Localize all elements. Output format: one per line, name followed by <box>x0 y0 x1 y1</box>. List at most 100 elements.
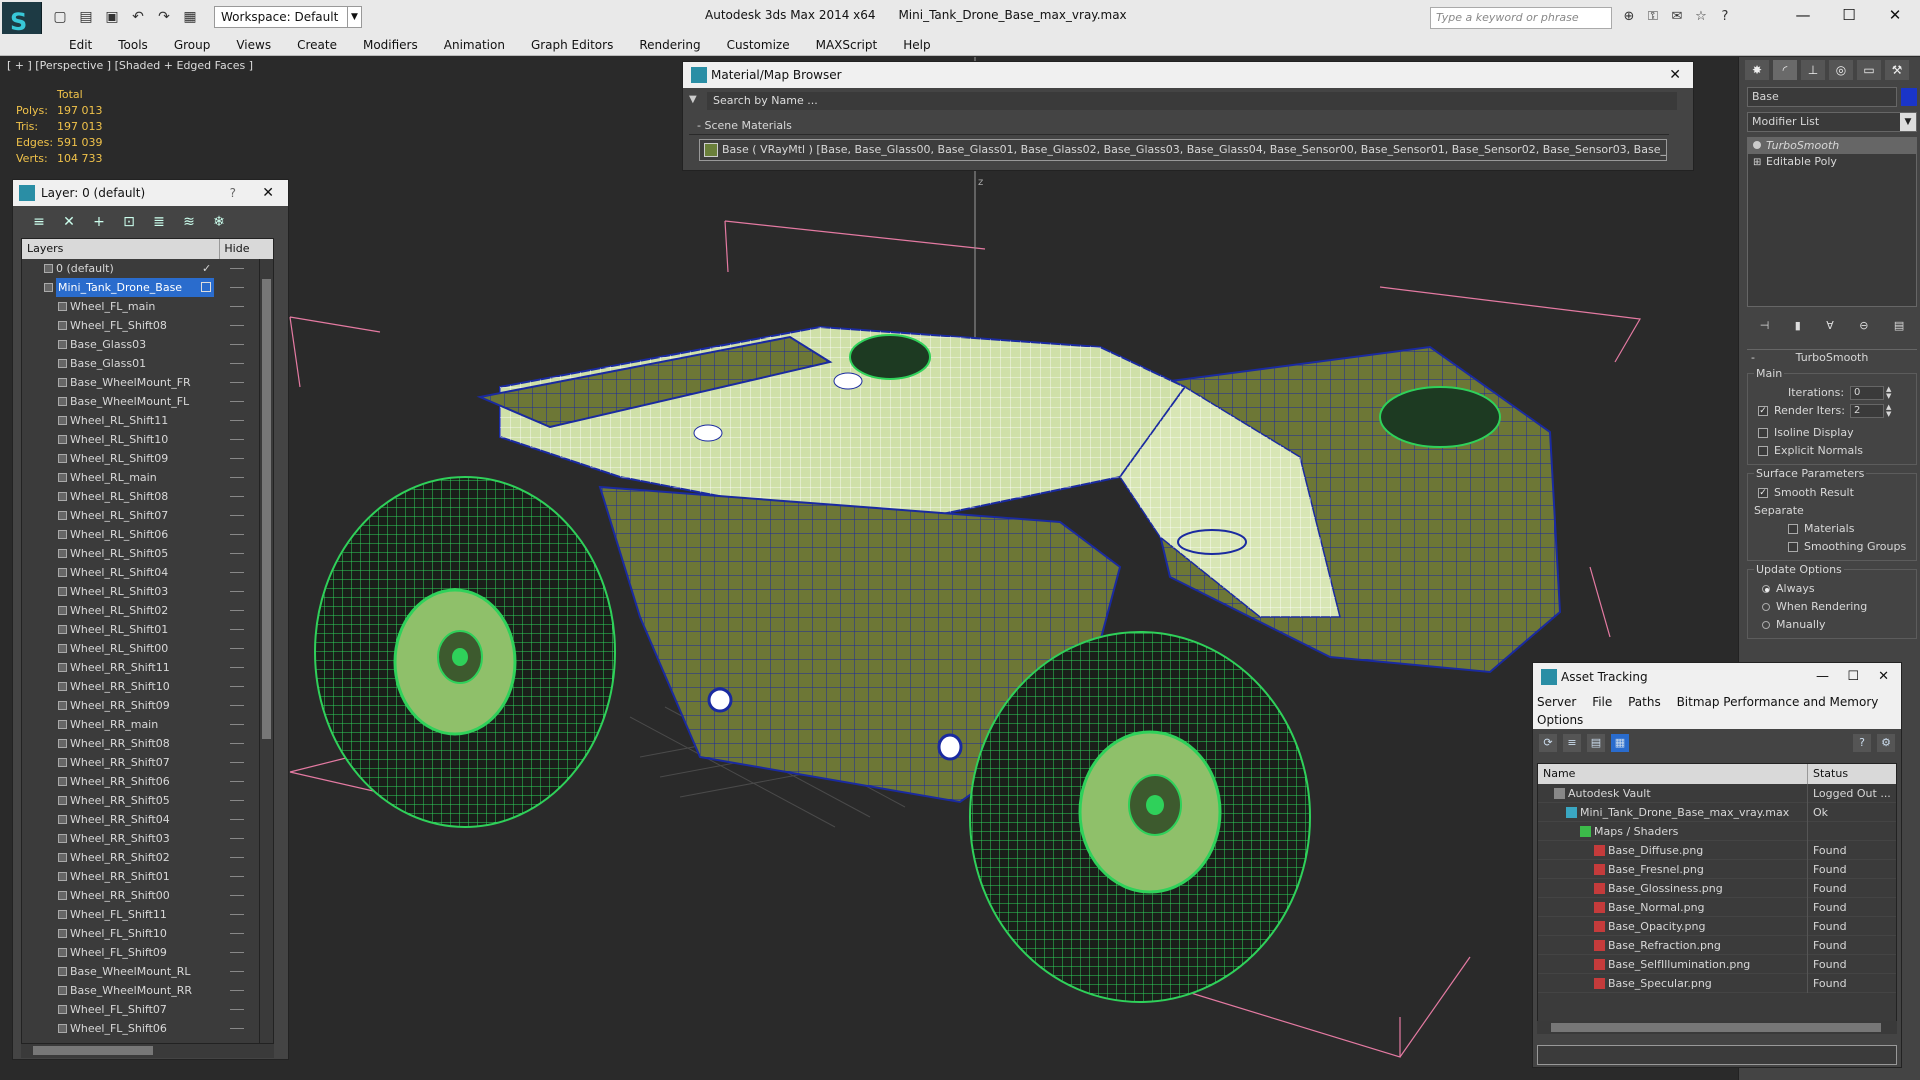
hide-toggle[interactable] <box>230 287 244 288</box>
materials-checkbox[interactable] <box>1788 524 1798 534</box>
material-entry[interactable]: Base ( VRayMtl ) [Base, Base_Glass00, Ba… <box>699 139 1667 161</box>
hide-toggle[interactable] <box>230 496 244 497</box>
menu-bitmap-performance[interactable]: Bitmap Performance and Memory <box>1677 695 1879 709</box>
binoculars-icon[interactable]: ⊕ <box>1620 8 1638 26</box>
favorites-star-icon[interactable]: ☆ <box>1692 8 1710 26</box>
hide-toggle[interactable] <box>230 705 244 706</box>
help-icon[interactable]: ? <box>1716 8 1734 26</box>
open-file-icon[interactable]: ▤ <box>76 7 96 27</box>
help-icon[interactable]: ? <box>230 180 236 206</box>
delete-layer-icon[interactable]: ✕ <box>59 212 79 232</box>
active-layer-check-icon[interactable]: ✓ <box>202 259 211 278</box>
hide-toggle[interactable] <box>230 781 244 782</box>
close-button[interactable]: ✕ <box>1878 663 1889 691</box>
object-name-field[interactable]: Base <box>1747 87 1897 107</box>
hide-toggle[interactable] <box>230 686 244 687</box>
asset-tracking-titlebar[interactable]: Asset Tracking — ☐ ✕ <box>1533 663 1901 691</box>
maximize-button[interactable]: ☐ <box>1847 663 1859 691</box>
close-button[interactable]: ✕ <box>1872 0 1918 30</box>
maximize-button[interactable]: ☐ <box>1826 0 1872 30</box>
layer-row[interactable]: Wheel_RR_Shift11 <box>22 658 273 677</box>
hide-toggle[interactable] <box>230 990 244 991</box>
layer-row[interactable]: Wheel_RR_Shift02 <box>22 848 273 867</box>
asset-horizontal-scrollbar[interactable] <box>1537 1021 1897 1034</box>
hide-toggle[interactable] <box>230 1009 244 1010</box>
hide-toggle[interactable] <box>230 838 244 839</box>
layer-row[interactable]: Wheel_RR_Shift01 <box>22 867 273 886</box>
layer-row[interactable]: Wheel_RL_main <box>22 468 273 487</box>
table-row[interactable]: Base_Opacity.png Found <box>1538 917 1896 936</box>
scene-materials-section[interactable]: - Scene Materials <box>689 117 1669 135</box>
layer-row[interactable]: Wheel_FL_Shift09 <box>22 943 273 962</box>
hide-toggle[interactable] <box>230 1028 244 1029</box>
list-view-icon[interactable]: ≡ <box>1563 734 1581 752</box>
menu-animation[interactable]: Animation <box>431 34 518 55</box>
spinner-arrows-icon[interactable]: ▲ ▼ <box>1886 386 1891 400</box>
lightbulb-icon[interactable] <box>1753 141 1761 149</box>
utilities-tab-icon[interactable]: ⚒ <box>1885 60 1909 80</box>
layer-row[interactable]: Wheel_FL_Shift08 <box>22 316 273 335</box>
select-objects-icon[interactable]: ⊡ <box>119 212 139 232</box>
hide-toggle[interactable] <box>230 648 244 649</box>
layer-row[interactable]: Wheel_RL_Shift04 <box>22 563 273 582</box>
layer-row[interactable]: Wheel_FL_Shift07 <box>22 1000 273 1019</box>
table-row[interactable]: Base_SelfIllumination.png Found <box>1538 955 1896 974</box>
turbosmooth-rollout-header[interactable]: - TurboSmooth <box>1747 349 1917 365</box>
col-layers[interactable]: Layers <box>22 239 221 259</box>
new-file-icon[interactable]: ▢ <box>50 7 70 27</box>
material-browser-titlebar[interactable]: Material/Map Browser ✕ <box>683 62 1693 88</box>
stack-item-turbosmooth[interactable]: TurboSmooth <box>1748 138 1916 154</box>
layer-row[interactable]: Wheel_RL_Shift07 <box>22 506 273 525</box>
add-to-layer-icon[interactable]: + <box>89 212 109 232</box>
show-end-result-icon[interactable]: ▮ <box>1795 319 1801 335</box>
hide-toggle[interactable] <box>230 857 244 858</box>
menu-maxscript[interactable]: MAXScript <box>803 34 891 55</box>
hide-toggle[interactable] <box>230 743 244 744</box>
hide-toggle[interactable] <box>230 876 244 877</box>
table-row[interactable]: Mini_Tank_Drone_Base_max_vray.max Ok <box>1538 803 1896 822</box>
table-row[interactable]: Maps / Shaders <box>1538 822 1896 841</box>
menu-file[interactable]: File <box>1592 695 1612 709</box>
hide-toggle[interactable] <box>230 477 244 478</box>
table-view-icon[interactable]: ▦ <box>1611 734 1629 752</box>
table-row[interactable]: Base_Refraction.png Found <box>1538 936 1896 955</box>
material-search-input[interactable]: Search by Name ... <box>707 92 1677 110</box>
menu-graph-editors[interactable]: Graph Editors <box>518 34 626 55</box>
minimize-button[interactable]: — <box>1816 663 1829 691</box>
layer-row[interactable]: Base_WheelMount_RR <box>22 981 273 1000</box>
save-icon[interactable]: ▣ <box>102 7 122 27</box>
layer-row[interactable]: Base_WheelMount_RL <box>22 962 273 981</box>
close-icon[interactable]: ✕ <box>1669 62 1681 88</box>
layer-vertical-scrollbar[interactable] <box>259 259 273 1043</box>
hide-toggle[interactable] <box>230 439 244 440</box>
smoothing-groups-checkbox[interactable] <box>1788 542 1798 552</box>
hide-toggle[interactable] <box>230 724 244 725</box>
hide-toggle[interactable] <box>230 800 244 801</box>
workspace-dropdown[interactable]: Workspace: Default ▼ <box>214 6 362 28</box>
menu-paths[interactable]: Paths <box>1628 695 1661 709</box>
make-unique-icon[interactable]: ∀ <box>1826 319 1834 335</box>
layer-row[interactable]: Wheel_RR_Shift06 <box>22 772 273 791</box>
menu-views[interactable]: Views <box>223 34 284 55</box>
hide-toggle[interactable] <box>230 591 244 592</box>
layer-horizontal-scrollbar[interactable] <box>21 1044 274 1058</box>
hide-toggle[interactable] <box>230 458 244 459</box>
table-row[interactable]: Base_Specular.png Found <box>1538 974 1896 993</box>
col-hide[interactable]: Hide <box>220 239 273 259</box>
vault-options-icon[interactable]: ⚙ <box>1877 734 1895 752</box>
layer-row[interactable]: Wheel_RR_Shift07 <box>22 753 273 772</box>
layer-row[interactable]: Wheel_FL_Shift10 <box>22 924 273 943</box>
motion-tab-icon[interactable]: ◎ <box>1829 60 1853 80</box>
hide-all-icon[interactable]: ≋ <box>179 212 199 232</box>
layer-row[interactable]: Base_Glass01 <box>22 354 273 373</box>
layer-row[interactable]: Base_WheelMount_FR <box>22 373 273 392</box>
table-row[interactable]: Base_Diffuse.png Found <box>1538 841 1896 860</box>
menu-help[interactable]: Help <box>890 34 943 55</box>
when-rendering-radio[interactable] <box>1762 603 1770 611</box>
hide-toggle[interactable] <box>230 762 244 763</box>
table-row[interactable]: Autodesk Vault Logged Out ... <box>1538 784 1896 803</box>
hide-toggle[interactable] <box>230 363 244 364</box>
undo-icon[interactable]: ↶ <box>128 7 148 27</box>
scroll-thumb[interactable] <box>262 279 271 739</box>
communication-icon[interactable]: ✉ <box>1668 8 1686 26</box>
